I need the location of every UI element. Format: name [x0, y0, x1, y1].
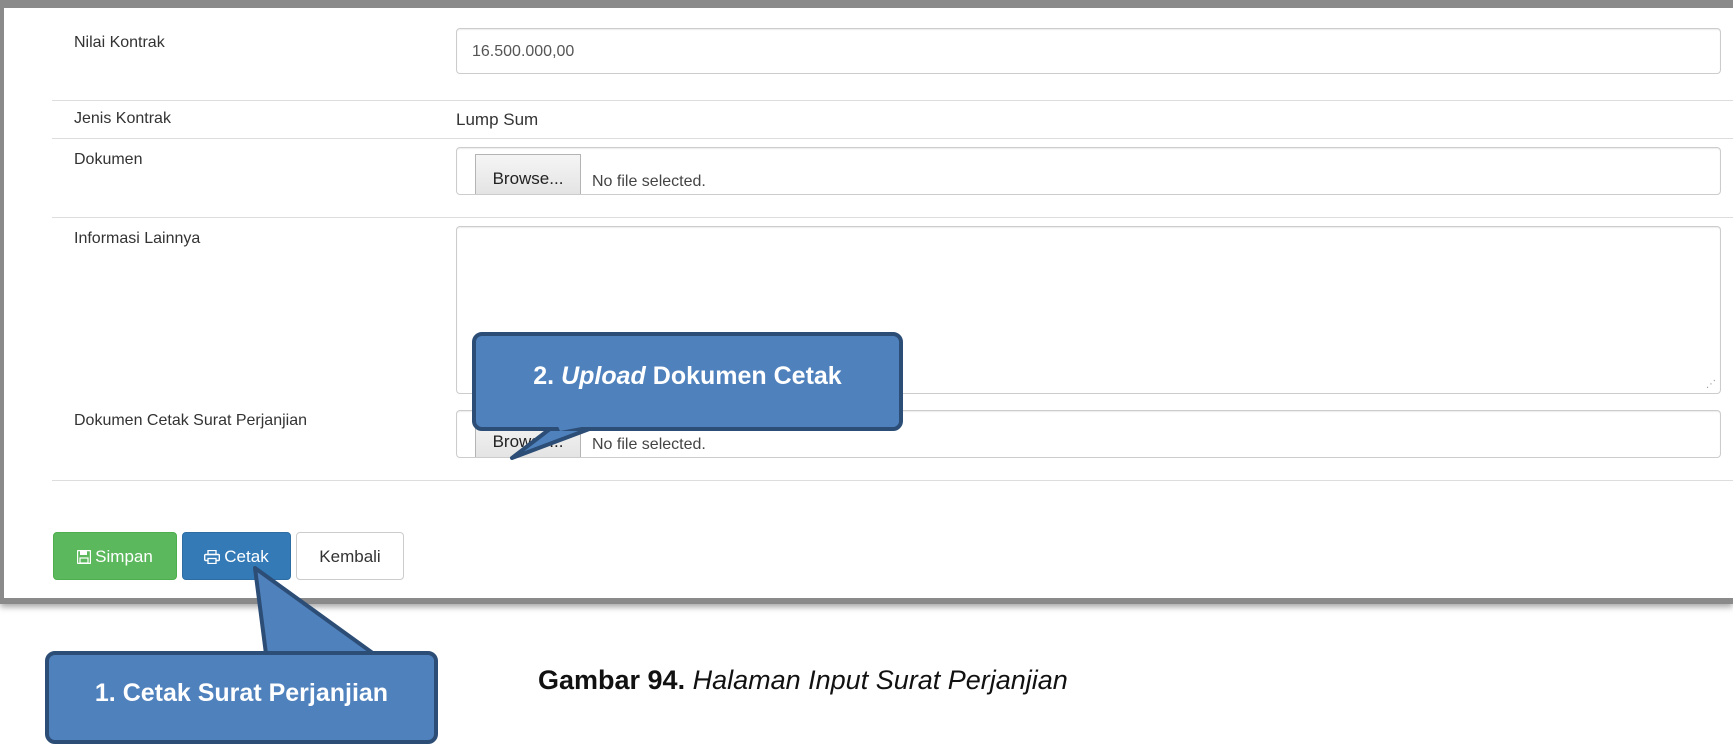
dokumen-browse-button[interactable]: Browse...	[475, 154, 581, 194]
dokumen-label: Dokumen	[74, 151, 143, 168]
cetak-callout: 1. Cetak Surat Perjanjian	[45, 651, 438, 744]
nilai-kontrak-value: 16.500.000,00	[472, 43, 575, 60]
upload-callout-number: 2.	[533, 362, 555, 390]
dokumen-file-status: No file selected.	[592, 173, 706, 190]
nilai-kontrak-input[interactable]: 16.500.000,00	[456, 28, 1721, 74]
dokumen-file-input[interactable]: Browse... No file selected.	[456, 147, 1721, 195]
caption-title: Halaman Input Surat Perjanjian	[692, 665, 1068, 695]
upload-callout-text: Dokumen Cetak	[652, 362, 842, 390]
screenshot-frame: Nilai Kontrak 16.500.000,00 Jenis Kontra…	[0, 0, 1733, 604]
upload-callout-italic: Upload	[561, 362, 646, 390]
informasi-lainnya-label: Informasi Lainnya	[74, 230, 201, 247]
kembali-button[interactable]: Kembali	[296, 532, 404, 580]
form-panel: Nilai Kontrak 16.500.000,00 Jenis Kontra…	[22, 8, 1733, 598]
dokumen-cetak-label: Dokumen Cetak Surat Perjanjian	[74, 412, 308, 429]
dokumen-cetak-file-status: No file selected.	[592, 436, 706, 453]
jenis-kontrak-value: Lump Sum	[456, 110, 539, 129]
floppy-disk-icon	[76, 549, 92, 569]
simpan-label: Simpan	[95, 547, 153, 566]
nilai-kontrak-label: Nilai Kontrak	[74, 34, 165, 51]
upload-callout: 2. Upload Dokumen Cetak	[472, 332, 903, 431]
cetak-label: Cetak	[224, 547, 269, 566]
form-row-jenis-kontrak: Jenis Kontrak Lump Sum	[52, 100, 1733, 139]
caption-number: Gambar 94.	[538, 665, 686, 695]
cetak-button[interactable]: Cetak	[182, 532, 291, 580]
printer-icon	[204, 549, 221, 569]
figure-caption: Gambar 94. Halaman Input Surat Perjanjia…	[538, 665, 1068, 696]
jenis-kontrak-label: Jenis Kontrak	[74, 110, 171, 127]
resize-grip-icon[interactable]: ⋰	[1706, 379, 1716, 390]
form-row-dokumen: Dokumen Browse... No file selected.	[52, 139, 1733, 218]
form-row-nilai-kontrak: Nilai Kontrak 16.500.000,00	[52, 8, 1733, 101]
simpan-button[interactable]: Simpan	[53, 532, 177, 580]
